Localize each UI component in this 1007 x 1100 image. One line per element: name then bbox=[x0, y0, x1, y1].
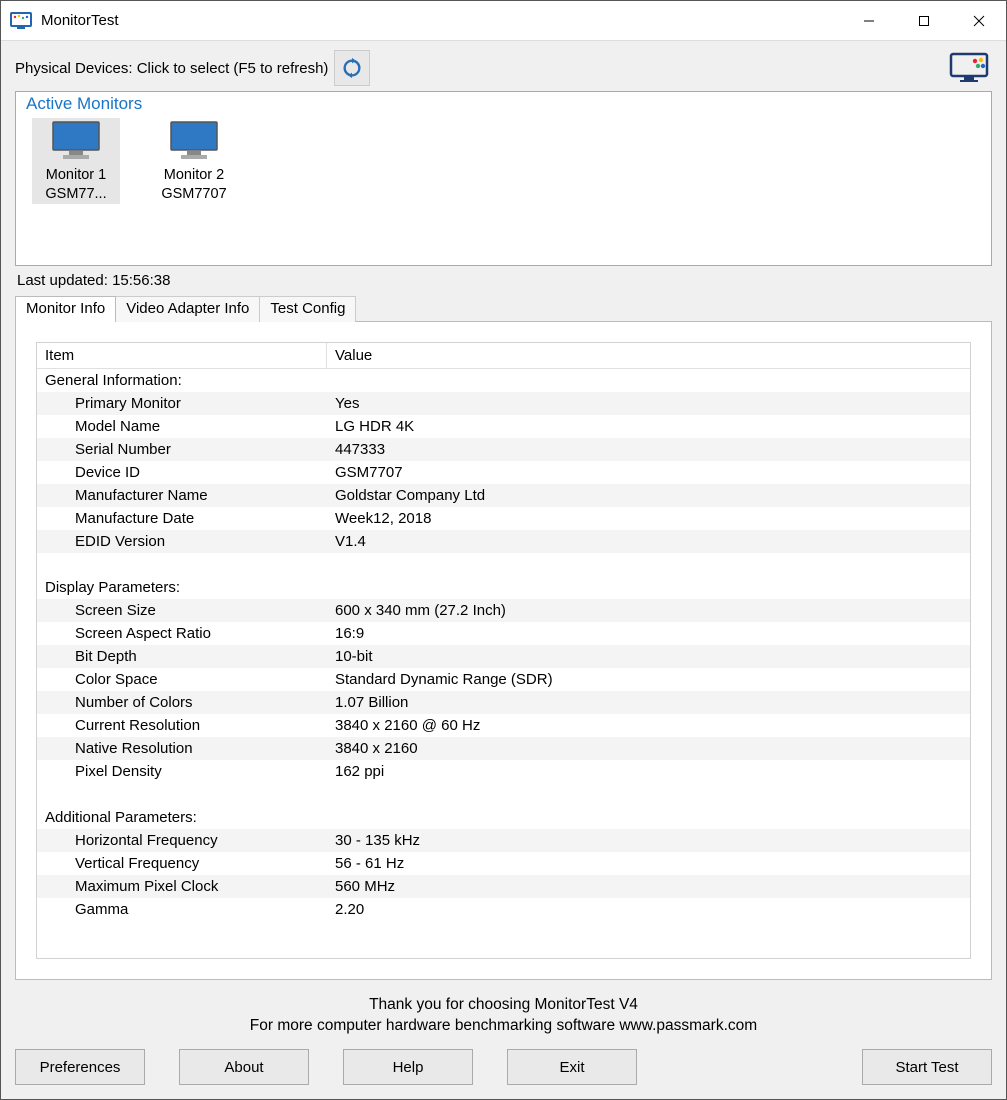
table-section-header: Display Parameters: bbox=[37, 576, 970, 599]
active-monitors-legend: Active Monitors bbox=[26, 94, 981, 114]
table-row: Screen Size600 x 340 mm (27.2 Inch) bbox=[37, 599, 970, 622]
monitor-name: Monitor 1 bbox=[32, 166, 120, 185]
table-row: EDID VersionV1.4 bbox=[37, 530, 970, 553]
table-row: Pixel Density162 ppi bbox=[37, 760, 970, 783]
footer-line1: Thank you for choosing MonitorTest V4 bbox=[15, 994, 992, 1016]
table-section-header: General Information: bbox=[37, 369, 970, 392]
monitor-item[interactable]: Monitor 2 GSM7707 bbox=[150, 118, 238, 204]
table-row: Screen Aspect Ratio16:9 bbox=[37, 622, 970, 645]
app-icon bbox=[9, 9, 33, 33]
monitor-icon bbox=[49, 120, 103, 162]
table-header: Item Value bbox=[37, 343, 970, 369]
table-body[interactable]: General Information:Primary MonitorYesMo… bbox=[37, 369, 970, 958]
titlebar: MonitorTest bbox=[1, 1, 1006, 41]
about-button[interactable]: About bbox=[179, 1049, 309, 1085]
tab[interactable]: Test Config bbox=[259, 296, 356, 322]
maximize-button[interactable] bbox=[896, 1, 951, 41]
footer-line2: For more computer hardware benchmarking … bbox=[15, 1015, 992, 1037]
minimize-button[interactable] bbox=[841, 1, 896, 41]
active-monitors-group: Active Monitors Monitor 1 GSM77... Monit… bbox=[15, 91, 992, 266]
monitor-info-table: Item Value General Information:Primary M… bbox=[36, 342, 971, 959]
exit-button[interactable]: Exit bbox=[507, 1049, 637, 1085]
last-updated: Last updated: 15:56:38 bbox=[17, 272, 992, 289]
table-section-header: Additional Parameters: bbox=[37, 806, 970, 829]
start-test-button[interactable]: Start Test bbox=[862, 1049, 992, 1085]
table-row: Primary MonitorYes bbox=[37, 392, 970, 415]
tab-panel-monitor-info: Item Value General Information:Primary M… bbox=[15, 321, 992, 980]
refresh-button[interactable] bbox=[334, 50, 370, 86]
brand-icon bbox=[948, 50, 992, 86]
table-row: Model NameLG HDR 4K bbox=[37, 415, 970, 438]
monitor-name: Monitor 2 bbox=[150, 166, 238, 185]
monitor-id: GSM7707 bbox=[150, 185, 238, 204]
table-row: Gamma2.20 bbox=[37, 898, 970, 921]
header-value: Value bbox=[327, 343, 970, 368]
tab[interactable]: Monitor Info bbox=[15, 296, 116, 322]
help-button[interactable]: Help bbox=[343, 1049, 473, 1085]
table-row: Device IDGSM7707 bbox=[37, 461, 970, 484]
table-row: Color SpaceStandard Dynamic Range (SDR) bbox=[37, 668, 970, 691]
table-row: Manufacturer NameGoldstar Company Ltd bbox=[37, 484, 970, 507]
monitor-id: GSM77... bbox=[32, 185, 120, 204]
table-row: Vertical Frequency56 - 61 Hz bbox=[37, 852, 970, 875]
table-row: Native Resolution3840 x 2160 bbox=[37, 737, 970, 760]
table-row: Manufacture DateWeek12, 2018 bbox=[37, 507, 970, 530]
physical-devices-label: Physical Devices: Click to select (F5 to… bbox=[15, 60, 328, 77]
footer-text: Thank you for choosing MonitorTest V4 Fo… bbox=[15, 994, 992, 1037]
table-row: Serial Number447333 bbox=[37, 438, 970, 461]
table-row: Maximum Pixel Clock560 MHz bbox=[37, 875, 970, 898]
table-row: Horizontal Frequency30 - 135 kHz bbox=[37, 829, 970, 852]
window-title: MonitorTest bbox=[41, 12, 119, 29]
tab[interactable]: Video Adapter Info bbox=[115, 296, 260, 322]
close-button[interactable] bbox=[951, 1, 1006, 41]
table-row: Number of Colors1.07 Billion bbox=[37, 691, 970, 714]
table-row: Current Resolution3840 x 2160 @ 60 Hz bbox=[37, 714, 970, 737]
monitor-icon bbox=[167, 120, 221, 162]
table-row: Bit Depth10-bit bbox=[37, 645, 970, 668]
preferences-button[interactable]: Preferences bbox=[15, 1049, 145, 1085]
tab-strip: Monitor InfoVideo Adapter InfoTest Confi… bbox=[15, 296, 992, 322]
monitor-item[interactable]: Monitor 1 GSM77... bbox=[32, 118, 120, 204]
header-item: Item bbox=[37, 343, 327, 368]
